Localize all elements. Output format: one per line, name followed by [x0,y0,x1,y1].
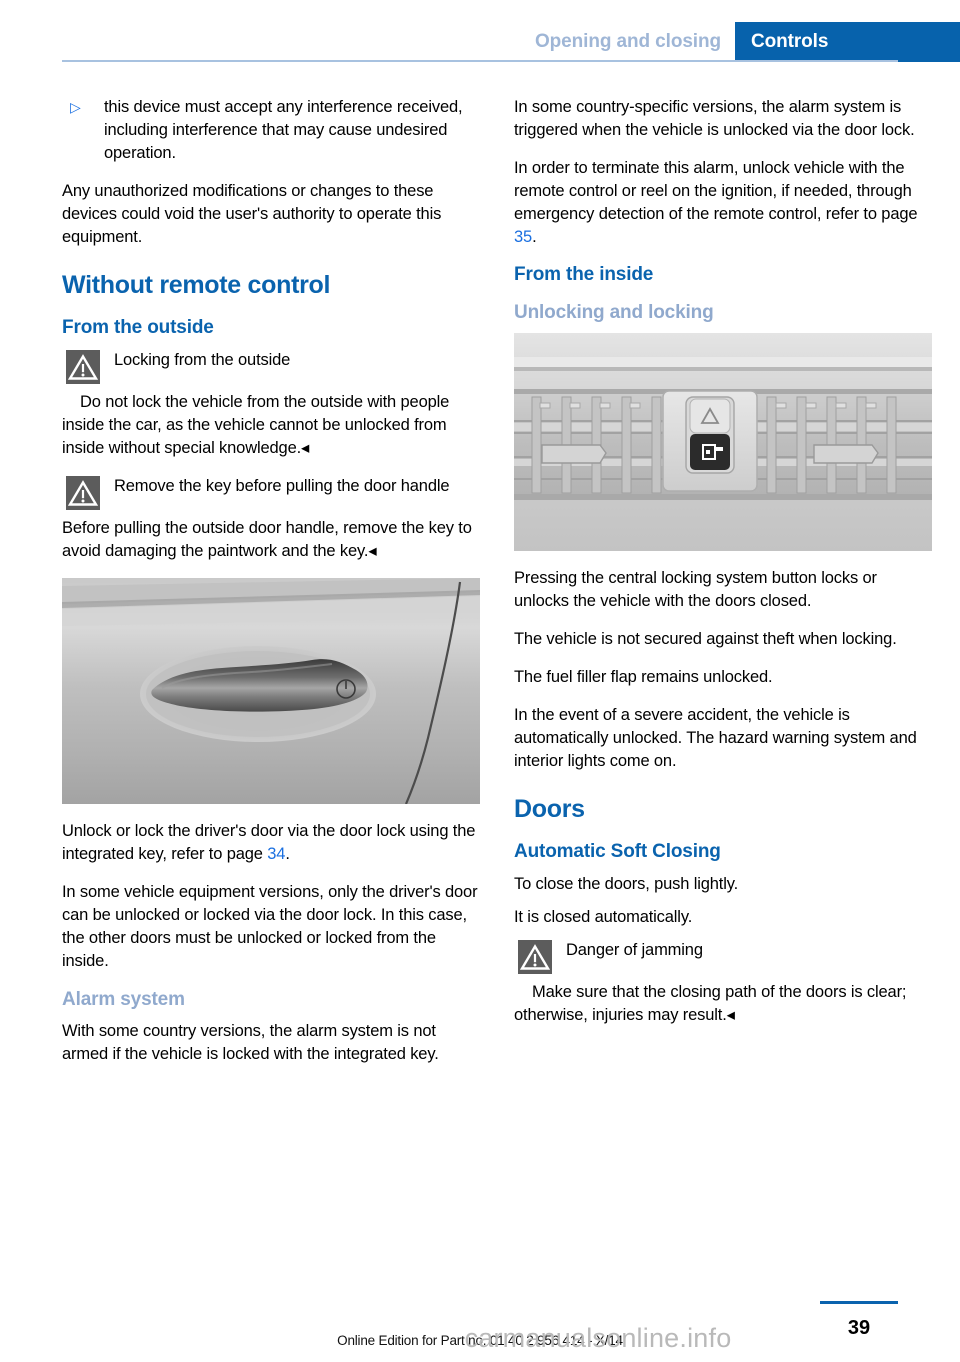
warning-title-text: Danger of jamming [566,941,703,959]
warning-body-text: Make sure that the closing path of the d… [514,983,907,1024]
paragraph-closed-automatically: It is closed automatically. [514,908,693,926]
heading-automatic-soft-closing: Automatic Soft Closing [514,841,721,862]
edition-line: Online Edition for Part no. 01 40 2 956 … [337,1333,623,1348]
warning-block-danger-of-jamming: Danger of jamming Make sure that the clo… [514,939,932,1027]
list-item-text: this device must accept any interference… [104,98,463,162]
header-section-label: Opening and closing [515,22,735,62]
warning-block-remove-key: Remove the key before pulling the door h… [62,475,480,563]
page-content: ▷ this device must accept any interferen… [62,96,932,1081]
paragraph-equipment-versions: In some vehicle equipment versions, only… [62,883,478,970]
paragraph-alarm-system: With some country versions, the alarm sy… [62,1022,439,1063]
heading-alarm-system: Alarm system [62,989,185,1010]
paragraph-severe-accident: In the event of a severe accident, the v… [514,706,917,770]
warning-title-text: Locking from the outside [114,351,291,369]
heading-from-the-inside: From the inside [514,264,654,285]
page-reference-34[interactable]: 34 [267,845,285,863]
figure-door-handle [62,578,480,805]
warning-block-locking-outside: Locking from the outside Do not lock the… [62,349,480,460]
warning-triangle-icon [518,940,552,974]
warning-body-text: Before pulling the outside door handle, … [62,519,472,560]
warning-title-text: Remove the key before pulling the door h… [114,477,450,495]
heading-without-remote-control: Without remote control [62,271,331,299]
warning-body-text: Do not lock the vehicle from the outside… [62,393,450,457]
paragraph-terminate-alarm: In order to terminate this alarm, unlock… [514,157,932,249]
paragraph-text-post: . [285,845,290,863]
two-column-layout: ▷ this device must accept any interferen… [62,96,932,1081]
figure-central-locking-button [514,333,932,551]
paragraph-close-doors: To close the doors, push lightly. [514,875,739,893]
center-console-illustration [514,333,932,551]
page-reference-35[interactable]: 35 [514,228,532,246]
heading-doors: Doors [514,795,585,823]
header-tabs: Opening and closing Controls [515,22,960,62]
heading-from-the-outside: From the outside [62,317,214,338]
paragraph-country-specific-alarm: In some country-specific versions, the a… [514,98,915,139]
paragraph-unlock-lock-door: Unlock or lock the driver's door via the… [62,820,480,866]
paragraph-text-pre: In order to terminate this alarm, unlock… [514,159,918,223]
page-header: Opening and closing Controls [0,0,960,62]
list-item: ▷ this device must accept any interferen… [62,96,480,165]
triangle-bullet-icon: ▷ [70,99,81,115]
left-column: ▷ this device must accept any interferen… [62,96,480,1081]
paragraph-fuel-filler-flap: The fuel filler flap remains unlocked. [514,668,773,686]
page-footer: 39 Online Edition for Part no. 01 40 2 9… [0,1272,960,1362]
footer-rule [820,1301,898,1304]
door-handle-illustration [62,578,480,805]
manual-page: Opening and closing Controls ▷ this devi… [0,0,960,1362]
paragraph-pressing-central-locking: Pressing the central locking system butt… [514,569,877,610]
warning-triangle-icon [66,350,100,384]
right-column: In some country-specific versions, the a… [514,96,932,1081]
paragraph-text-post: . [532,228,537,246]
warning-title-row: Danger of jamming [514,939,932,981]
warning-triangle-icon [66,476,100,510]
header-rule [62,60,898,62]
paragraph-unauthorized-modifications: Any unauthorized modifications or change… [62,182,442,246]
warning-title-row: Remove the key before pulling the door h… [62,475,480,517]
paragraph-not-secured-theft: The vehicle is not secured against theft… [514,630,897,648]
header-chapter-tab: Controls [735,22,960,62]
heading-unlocking-and-locking: Unlocking and locking [514,302,714,323]
warning-title-row: Locking from the outside [62,349,480,391]
